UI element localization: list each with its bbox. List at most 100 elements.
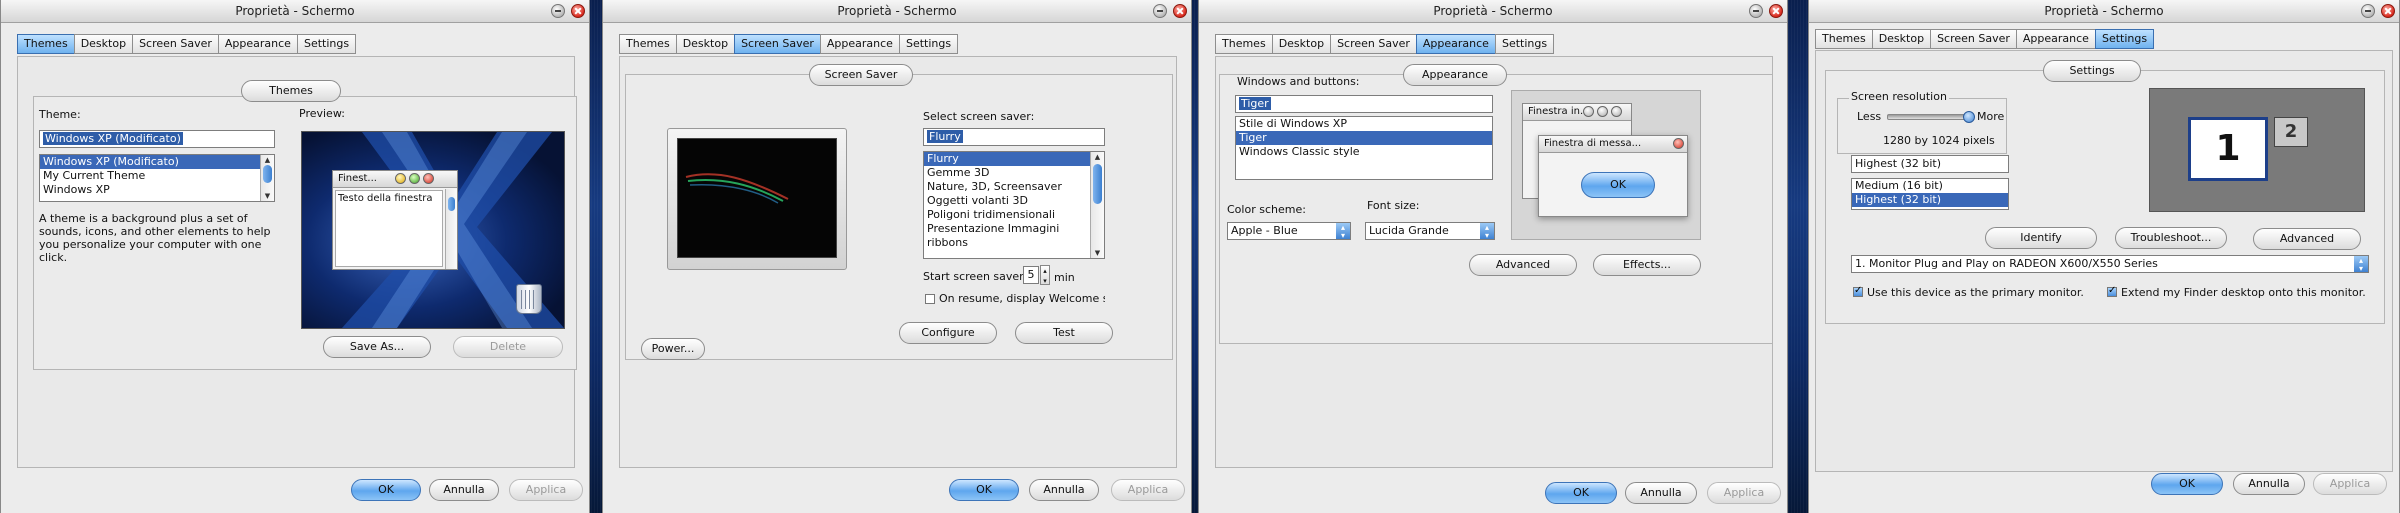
tab-desktop[interactable]: Desktop <box>675 34 736 54</box>
advanced-button[interactable]: Advanced <box>1469 254 1577 276</box>
windows-buttons-field[interactable]: Tiger <box>1235 95 1493 113</box>
theme-field[interactable]: Windows XP (Modificato) <box>39 130 275 148</box>
effects-button[interactable]: Effects... <box>1593 254 1701 276</box>
list-item[interactable]: My Current Theme <box>40 169 274 183</box>
tab-screen-saver[interactable]: Screen Saver <box>1930 29 2017 49</box>
tab-settings[interactable]: Settings <box>1494 34 1555 54</box>
color-quality-list[interactable]: Medium (16 bit) Highest (32 bit) <box>1851 178 2009 210</box>
theme-preview: Finest... Testo della finestra <box>301 131 565 329</box>
advanced-button[interactable]: Advanced <box>2253 228 2361 250</box>
tab-screen-saver[interactable]: Screen Saver <box>734 34 821 54</box>
minimize-icon[interactable] <box>1749 4 1763 18</box>
list-item[interactable]: Gemme 3D <box>924 166 1104 180</box>
tab-themes[interactable]: Themes <box>619 34 677 54</box>
list-item[interactable]: Presentazione Immagini <box>924 222 1104 236</box>
tab-appearance[interactable]: Appearance <box>819 34 900 54</box>
identify-button[interactable]: Identify <box>1985 227 2097 249</box>
minimize-icon[interactable] <box>551 4 565 18</box>
tab-desktop[interactable]: Desktop <box>73 34 134 54</box>
screen-saver-list[interactable]: Flurry Gemme 3D Nature, 3D, Screensaver … <box>923 151 1105 259</box>
list-item[interactable]: Oggetti volanti 3D <box>924 194 1104 208</box>
list-item[interactable]: Medium (16 bit) <box>1852 179 2008 193</box>
list-item[interactable]: Stile di Windows XP <box>1236 117 1492 131</box>
close-icon[interactable] <box>2381 4 2395 18</box>
titlebar[interactable]: Proprietà - Schermo <box>1 0 589 23</box>
windows-buttons-list[interactable]: Stile di Windows XP Tiger Windows Classi… <box>1235 116 1493 180</box>
extend-desktop-checkbox[interactable] <box>2107 285 2117 297</box>
list-item[interactable]: Windows XP <box>40 183 274 197</box>
monitor-preview <box>667 128 847 270</box>
monitor-1-number: 1 <box>2215 128 2241 169</box>
tab-themes[interactable]: Themes <box>1815 29 1873 49</box>
resume-checkbox[interactable] <box>925 294 935 304</box>
tab-settings[interactable]: Settings <box>898 34 959 54</box>
list-item[interactable]: Windows XP (Modificato) <box>40 155 274 169</box>
delete-button[interactable]: Delete <box>453 336 563 358</box>
tab-desktop[interactable]: Desktop <box>1271 34 1332 54</box>
list-item[interactable]: Poligoni tridimensionali <box>924 208 1104 222</box>
minutes-field[interactable]: 5 <box>1023 266 1039 284</box>
resolution-slider-thumb[interactable] <box>1962 111 1975 123</box>
cancel-button[interactable]: Annulla <box>1625 482 1697 504</box>
font-size-value: Lucida Grande <box>1369 224 1449 237</box>
tab-screen-saver[interactable]: Screen Saver <box>1330 34 1417 54</box>
titlebar[interactable]: Proprietà - Schermo <box>603 0 1191 23</box>
ok-button[interactable]: OK <box>2151 473 2223 495</box>
tab-bar: Themes Desktop Screen Saver Appearance S… <box>1815 29 2155 49</box>
list-item[interactable]: Windows Classic style <box>1236 145 1492 159</box>
theme-list[interactable]: Windows XP (Modificato) My Current Theme… <box>39 154 275 202</box>
apply-button[interactable]: Applica <box>2313 473 2387 495</box>
apply-button[interactable]: Applica <box>1707 482 1781 504</box>
screen-saver-field[interactable]: Flurry <box>923 128 1105 146</box>
cancel-button[interactable]: Annulla <box>1029 479 1099 501</box>
ok-button[interactable]: OK <box>351 479 421 501</box>
tab-themes[interactable]: Themes <box>17 34 75 54</box>
theme-list-scrollbar[interactable]: ▲ ▼ <box>260 155 274 201</box>
power-button[interactable]: Power... <box>641 338 705 360</box>
tab-settings[interactable]: Settings <box>296 34 357 54</box>
close-icon[interactable] <box>1173 4 1187 18</box>
window-appearance: Proprietà - Schermo Themes Desktop Scree… <box>1198 0 1788 513</box>
save-as-button[interactable]: Save As... <box>323 336 431 358</box>
tab-desktop[interactable]: Desktop <box>1871 29 1932 49</box>
list-item[interactable]: ribbons <box>924 236 1104 250</box>
ok-button[interactable]: OK <box>949 479 1019 501</box>
resolution-slider[interactable] <box>1887 111 1975 123</box>
close-icon[interactable] <box>1769 4 1783 18</box>
minimize-icon[interactable] <box>1153 4 1167 18</box>
font-size-select[interactable]: Lucida Grande ▴ ▾ <box>1365 222 1495 240</box>
primary-monitor-checkbox[interactable] <box>1853 285 1863 297</box>
color-quality-field[interactable]: Highest (32 bit) <box>1851 155 2009 173</box>
cancel-button[interactable]: Annulla <box>429 479 499 501</box>
tab-screen-saver[interactable]: Screen Saver <box>132 34 219 54</box>
monitor-1[interactable]: 1 <box>2188 117 2268 181</box>
tab-appearance[interactable]: Appearance <box>217 34 298 54</box>
troubleshoot-button[interactable]: Troubleshoot... <box>2115 227 2227 249</box>
cancel-button[interactable]: Annulla <box>2233 473 2305 495</box>
apply-button[interactable]: Applica <box>509 479 583 501</box>
list-item[interactable]: Flurry <box>924 152 1104 166</box>
titlebar[interactable]: Proprietà - Schermo <box>1199 0 1787 23</box>
monitor-2[interactable]: 2 <box>2274 117 2308 147</box>
list-item[interactable]: Highest (32 bit) <box>1852 193 2008 207</box>
color-scheme-select[interactable]: Apple - Blue ▴ ▾ <box>1227 222 1351 240</box>
configure-button[interactable]: Configure <box>899 322 997 344</box>
titlebar[interactable]: Proprietà - Schermo <box>1809 0 2399 23</box>
screen-saver-list-scrollbar[interactable]: ▲ ▼ <box>1090 152 1104 258</box>
close-icon <box>1673 138 1684 149</box>
tab-themes[interactable]: Themes <box>1215 34 1273 54</box>
minutes-stepper[interactable]: ▴ ▾ <box>1040 265 1050 285</box>
monitor-select[interactable]: 1. Monitor Plug and Play on RADEON X600/… <box>1851 255 2369 273</box>
select-screen-saver-label: Select screen saver: <box>923 110 1035 123</box>
list-item[interactable]: Tiger <box>1236 131 1492 145</box>
ok-button[interactable]: OK <box>1545 482 1617 504</box>
list-item[interactable]: Nature, 3D, Screensaver <box>924 180 1104 194</box>
test-button[interactable]: Test <box>1015 322 1113 344</box>
tab-appearance[interactable]: Appearance <box>2015 29 2096 49</box>
tab-appearance[interactable]: Appearance <box>1415 34 1496 54</box>
minimize-icon[interactable] <box>2361 4 2375 18</box>
close-icon <box>1611 106 1622 117</box>
close-icon[interactable] <box>571 4 585 18</box>
apply-button[interactable]: Applica <box>1111 479 1185 501</box>
tab-settings[interactable]: Settings <box>2094 29 2155 49</box>
